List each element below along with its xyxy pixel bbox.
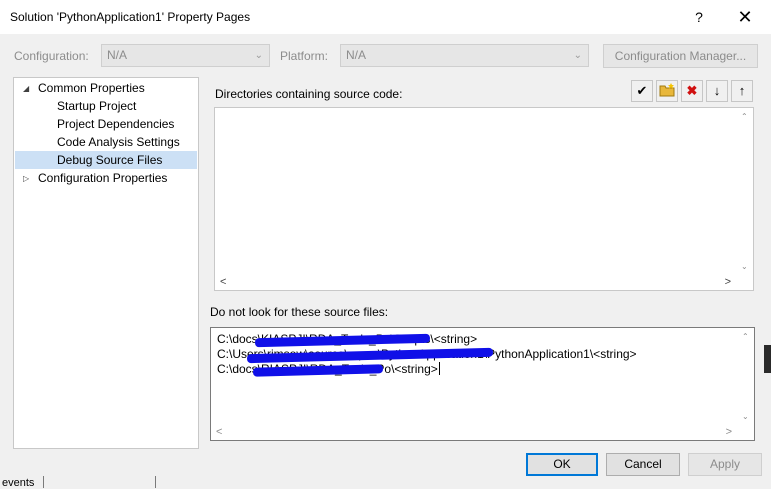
horizontal-scrollbar[interactable]: < > [215, 273, 736, 290]
move-up-button[interactable]: ↑ [731, 80, 753, 102]
move-down-button[interactable]: ↓ [706, 80, 728, 102]
configuration-value: N/A [107, 48, 128, 62]
background-divider [155, 476, 156, 488]
scroll-down-icon[interactable]: ⌄ [741, 262, 748, 271]
help-button[interactable]: ? [684, 4, 714, 30]
collapsed-arrow-icon[interactable]: ▷ [23, 174, 29, 183]
close-button[interactable]: ✕ [728, 4, 762, 30]
delete-icon: ✖ [686, 83, 698, 98]
vertical-scrollbar[interactable]: ⌃ ⌄ [736, 108, 753, 273]
tree-item-common-properties[interactable]: Common Properties [38, 79, 145, 97]
scroll-up-icon[interactable]: ⌃ [742, 332, 749, 341]
new-folder-icon [659, 83, 675, 98]
scroll-down-icon[interactable]: ⌄ [742, 412, 749, 421]
configuration-manager-button[interactable]: Configuration Manager... [603, 44, 758, 68]
tree-item-code-analysis-settings[interactable]: Code Analysis Settings [57, 133, 180, 151]
property-tree: ◢ Common Properties Startup Project Proj… [13, 77, 199, 449]
configuration-select[interactable]: N/A ⌄ [101, 44, 270, 67]
text-caret [438, 362, 440, 375]
background-window-edge [764, 345, 771, 373]
configuration-label: Configuration: [14, 49, 89, 63]
scroll-right-icon[interactable]: > [725, 276, 731, 288]
scroll-left-icon[interactable]: < [216, 426, 222, 438]
exclude-files-label: Do not look for these source files: [210, 305, 389, 319]
ok-button[interactable]: OK [526, 453, 598, 476]
source-directories-list[interactable]: ⌃ ⌄ < > [214, 107, 754, 291]
new-line-button[interactable] [656, 80, 678, 102]
chevron-down-icon: ⌄ [254, 50, 263, 61]
background-window-text: events [2, 477, 35, 489]
move-up-icon: ↑ [738, 83, 746, 98]
platform-select[interactable]: N/A ⌄ [340, 44, 589, 67]
source-directories-label: Directories containing source code: [215, 87, 403, 101]
tree-item-debug-source-files[interactable]: Debug Source Files [15, 151, 197, 169]
vertical-scrollbar[interactable]: ⌃ ⌄ [737, 328, 754, 423]
platform-value: N/A [346, 48, 367, 62]
tree-item-configuration-properties[interactable]: Configuration Properties [38, 169, 167, 187]
validate-button[interactable]: ✔ [631, 80, 653, 102]
exclude-files-textarea[interactable]: C:\docs\KIASPJI\RDA_Tools_Po\Scripts\<st… [210, 327, 755, 441]
move-down-icon: ↓ [713, 83, 721, 98]
scroll-right-icon[interactable]: > [726, 426, 732, 438]
delete-button[interactable]: ✖ [681, 80, 703, 102]
expanded-arrow-icon[interactable]: ◢ [23, 84, 29, 93]
window-title: Solution 'PythonApplication1' Property P… [10, 10, 251, 24]
scroll-left-icon[interactable]: < [220, 276, 226, 288]
background-divider [43, 476, 44, 488]
apply-button[interactable]: Apply [688, 453, 762, 476]
chevron-down-icon: ⌄ [573, 50, 582, 61]
cancel-button[interactable]: Cancel [606, 453, 680, 476]
horizontal-scrollbar[interactable]: < > [211, 423, 737, 440]
check-icon: ✔ [636, 83, 648, 98]
tree-item-project-dependencies[interactable]: Project Dependencies [57, 115, 174, 133]
tree-item-startup-project[interactable]: Startup Project [57, 97, 136, 115]
scroll-up-icon[interactable]: ⌃ [741, 112, 748, 121]
platform-label: Platform: [280, 49, 329, 63]
